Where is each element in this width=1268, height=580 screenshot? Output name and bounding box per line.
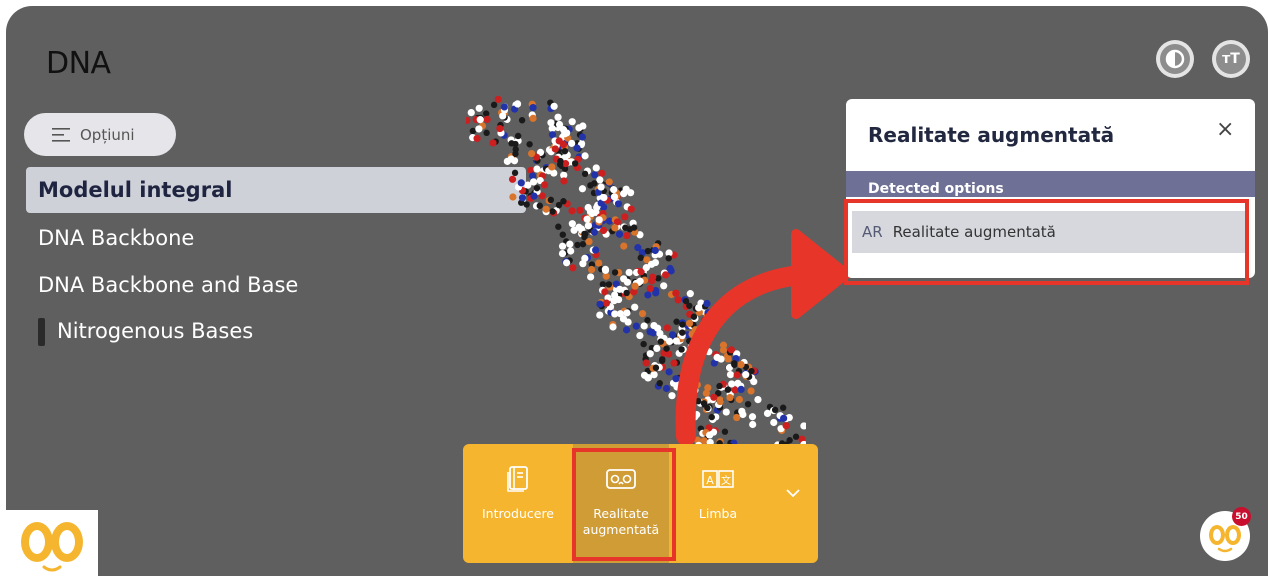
close-icon[interactable]: ×: [1216, 117, 1234, 142]
contrast-icon: [1160, 44, 1190, 74]
model-item-label: Nitrogenous Bases: [57, 319, 254, 343]
options-button[interactable]: Opțiuni: [24, 113, 176, 156]
model-item-label: Modelul integral: [38, 178, 233, 202]
highlight-box-panel: [844, 199, 1249, 285]
highlight-box-toolbar: [572, 448, 676, 561]
options-label: Opțiuni: [80, 125, 135, 144]
translate-icon: A文: [702, 466, 734, 492]
chevron-down-icon: [786, 480, 800, 506]
svg-text:A: A: [706, 474, 714, 487]
annotation-arrow: [675, 229, 851, 446]
selection-marker: [38, 318, 45, 346]
model-item-dna-backbone-base[interactable]: DNA Backbone and Base: [38, 273, 298, 297]
intro-button[interactable]: Introducere: [471, 444, 565, 563]
language-button[interactable]: A文 Limba: [675, 444, 761, 563]
text-size-button[interactable]: тТ: [1212, 40, 1250, 78]
text-size-icon: тТ: [1216, 44, 1246, 74]
svg-text:文: 文: [721, 474, 731, 487]
mascot-button[interactable]: 50: [1200, 507, 1251, 561]
expand-toolbar-button[interactable]: [773, 444, 813, 563]
model-item-integral[interactable]: Modelul integral: [26, 167, 526, 213]
book-icon: [507, 466, 529, 492]
panel-title: Realitate augmentată: [868, 123, 1115, 147]
notification-badge: 50: [1232, 507, 1251, 526]
detected-options-header: Detected options: [846, 171, 1255, 197]
app-logo: [6, 510, 98, 576]
intro-label: Introducere: [482, 506, 554, 521]
page-title: DNA: [46, 46, 111, 81]
model-item-label: DNA Backbone: [38, 226, 195, 250]
model-item-nitrogenous-bases[interactable]: Nitrogenous Bases: [38, 318, 253, 346]
app-frame: DNA тТ Opțiuni Modelul integral DNA Back…: [6, 6, 1268, 576]
model-item-dna-backbone[interactable]: DNA Backbone: [38, 226, 194, 250]
menu-icon: [52, 127, 70, 142]
language-label: Limba: [698, 506, 738, 521]
model-item-label: DNA Backbone and Base: [38, 273, 299, 297]
contrast-button[interactable]: [1156, 40, 1194, 78]
